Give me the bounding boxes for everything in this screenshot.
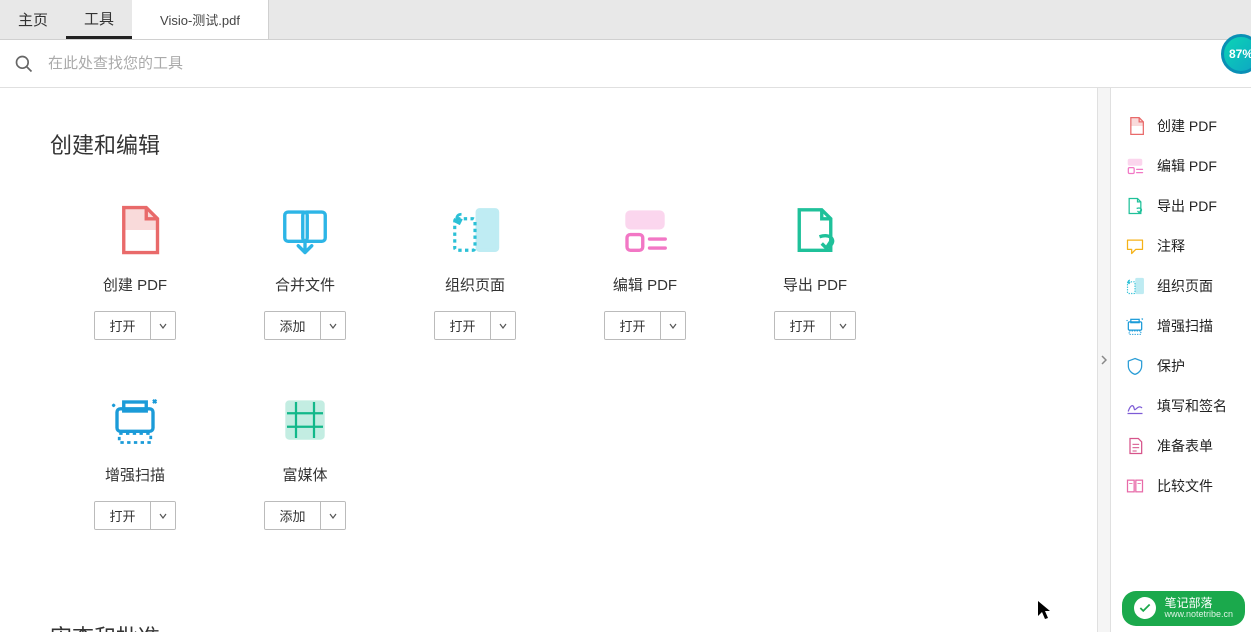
sidebar-item-label: 增强扫描 bbox=[1157, 316, 1213, 336]
tool-label: 增强扫描 bbox=[50, 464, 220, 485]
chevron-right-icon bbox=[1101, 355, 1107, 365]
sidebar-item-fill-sign[interactable]: 填写和签名 bbox=[1111, 386, 1251, 426]
edit-pdf-icon bbox=[560, 200, 730, 260]
prepare-form-icon bbox=[1125, 436, 1145, 456]
compare-icon bbox=[1125, 476, 1145, 496]
protect-icon bbox=[1125, 356, 1145, 376]
rich-media-icon bbox=[220, 390, 390, 450]
organize-icon bbox=[1125, 276, 1145, 296]
section-review-approve: 审查和批准 bbox=[50, 620, 1047, 632]
right-sidebar: 创建 PDF 编辑 PDF 导出 PDF 注释 组织页面 增强扫描 保护 填写和… bbox=[1111, 88, 1251, 632]
enhance-scan-icon bbox=[1125, 316, 1145, 336]
tool-label: 导出 PDF bbox=[730, 274, 900, 295]
sidebar-item-organize[interactable]: 组织页面 bbox=[1111, 266, 1251, 306]
tool-dropdown-button[interactable] bbox=[830, 312, 855, 339]
tool-open-button[interactable]: 打开 bbox=[775, 312, 829, 339]
tool-dropdown-button[interactable] bbox=[320, 502, 345, 529]
sidebar-item-label: 注释 bbox=[1157, 236, 1185, 256]
search-bar bbox=[0, 40, 1251, 88]
tool-dropdown-button[interactable] bbox=[150, 312, 175, 339]
tool-card-enhance-scan[interactable]: 增强扫描 打开 bbox=[50, 390, 220, 530]
chevron-down-icon bbox=[329, 512, 337, 520]
tool-label: 组织页面 bbox=[390, 274, 560, 295]
comment-icon bbox=[1125, 236, 1145, 256]
sidebar-item-label: 导出 PDF bbox=[1157, 196, 1217, 216]
main-content: 创建和编辑 创建 PDF 打开 合并文件 添加 组织页面 打开 bbox=[0, 88, 1097, 632]
tools-grid: 创建 PDF 打开 合并文件 添加 组织页面 打开 bbox=[50, 200, 1047, 580]
combine-icon bbox=[220, 200, 390, 260]
tab-document[interactable]: Visio-测试.pdf bbox=[132, 0, 269, 39]
watermark-icon bbox=[1134, 597, 1156, 619]
sidebar-item-protect[interactable]: 保护 bbox=[1111, 346, 1251, 386]
tool-label: 富媒体 bbox=[220, 464, 390, 485]
sidebar-item-create-pdf[interactable]: 创建 PDF bbox=[1111, 106, 1251, 146]
tool-add-button[interactable]: 添加 bbox=[265, 312, 319, 339]
fill-sign-icon bbox=[1125, 396, 1145, 416]
tab-bar: 主页 工具 Visio-测试.pdf bbox=[0, 0, 1251, 40]
tool-dropdown-button[interactable] bbox=[660, 312, 685, 339]
watermark-url: www.notetribe.cn bbox=[1164, 610, 1233, 620]
tool-open-button[interactable]: 打开 bbox=[605, 312, 659, 339]
sidebar-item-label: 准备表单 bbox=[1157, 436, 1213, 456]
sidebar-collapse-handle[interactable] bbox=[1097, 88, 1111, 632]
sidebar-item-compare[interactable]: 比较文件 bbox=[1111, 466, 1251, 506]
search-input[interactable] bbox=[48, 55, 1237, 72]
chevron-down-icon bbox=[499, 322, 507, 330]
cursor-icon bbox=[1037, 600, 1051, 620]
chevron-down-icon bbox=[839, 322, 847, 330]
chevron-down-icon bbox=[329, 322, 337, 330]
tool-label: 创建 PDF bbox=[50, 274, 220, 295]
export-pdf-icon bbox=[1125, 196, 1145, 216]
tool-label: 编辑 PDF bbox=[560, 274, 730, 295]
tab-tools[interactable]: 工具 bbox=[66, 0, 132, 39]
tool-open-button[interactable]: 打开 bbox=[435, 312, 489, 339]
enhance-scan-icon bbox=[50, 390, 220, 450]
tool-label: 合并文件 bbox=[220, 274, 390, 295]
sidebar-item-label: 组织页面 bbox=[1157, 276, 1213, 296]
sidebar-item-label: 编辑 PDF bbox=[1157, 156, 1217, 176]
chevron-down-icon bbox=[669, 322, 677, 330]
tab-home[interactable]: 主页 bbox=[0, 0, 66, 39]
tool-card-organize[interactable]: 组织页面 打开 bbox=[390, 200, 560, 340]
sidebar-item-label: 保护 bbox=[1157, 356, 1185, 376]
tool-add-button[interactable]: 添加 bbox=[265, 502, 319, 529]
sidebar-item-comment[interactable]: 注释 bbox=[1111, 226, 1251, 266]
tool-dropdown-button[interactable] bbox=[320, 312, 345, 339]
sidebar-item-export-pdf[interactable]: 导出 PDF bbox=[1111, 186, 1251, 226]
tool-card-export-pdf[interactable]: 导出 PDF 打开 bbox=[730, 200, 900, 340]
sidebar-item-label: 创建 PDF bbox=[1157, 116, 1217, 136]
sidebar-item-edit-pdf[interactable]: 编辑 PDF bbox=[1111, 146, 1251, 186]
tool-card-create-pdf[interactable]: 创建 PDF 打开 bbox=[50, 200, 220, 340]
search-icon bbox=[14, 54, 34, 74]
export-pdf-icon bbox=[730, 200, 900, 260]
create-pdf-icon bbox=[1125, 116, 1145, 136]
tool-open-button[interactable]: 打开 bbox=[95, 312, 149, 339]
chevron-down-icon bbox=[159, 322, 167, 330]
sidebar-item-enhance-scan[interactable]: 增强扫描 bbox=[1111, 306, 1251, 346]
tool-dropdown-button[interactable] bbox=[490, 312, 515, 339]
sidebar-item-label: 填写和签名 bbox=[1157, 396, 1227, 416]
sidebar-item-prepare-form[interactable]: 准备表单 bbox=[1111, 426, 1251, 466]
tool-open-button[interactable]: 打开 bbox=[95, 502, 149, 529]
chevron-down-icon bbox=[159, 512, 167, 520]
tool-card-rich-media[interactable]: 富媒体 添加 bbox=[220, 390, 390, 530]
section-create-edit: 创建和编辑 bbox=[50, 128, 1047, 160]
tool-dropdown-button[interactable] bbox=[150, 502, 175, 529]
tool-card-combine[interactable]: 合并文件 添加 bbox=[220, 200, 390, 340]
organize-icon bbox=[390, 200, 560, 260]
tool-card-edit-pdf[interactable]: 编辑 PDF 打开 bbox=[560, 200, 730, 340]
edit-pdf-icon bbox=[1125, 156, 1145, 176]
create-pdf-icon bbox=[50, 200, 220, 260]
sidebar-item-label: 比较文件 bbox=[1157, 476, 1213, 496]
watermark[interactable]: 笔记部落 www.notetribe.cn bbox=[1122, 591, 1245, 626]
